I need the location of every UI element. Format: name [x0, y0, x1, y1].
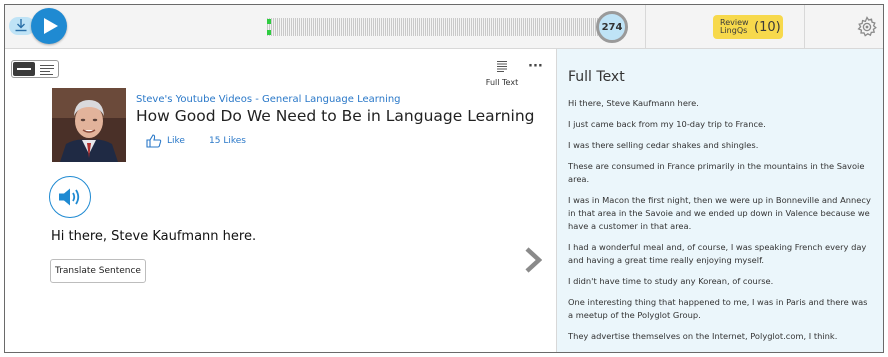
full-text-paragraph[interactable]: I was there selling cedar shakes and shi… [568, 139, 874, 152]
known-words-counter: 274 [596, 11, 628, 43]
translate-sentence-button[interactable]: Translate Sentence [50, 259, 146, 283]
thumbs-up-icon [146, 134, 162, 148]
full-text-panel: Full Text Hi there, Steve Kaufmann here.… [556, 49, 883, 352]
full-text-button[interactable]: Full Text [483, 57, 521, 87]
play-icon [44, 18, 58, 34]
toolbar-divider [645, 5, 646, 49]
sentence-view-option[interactable] [13, 62, 35, 76]
settings-icon[interactable] [856, 16, 878, 38]
likes-count[interactable]: 15 Likes [209, 136, 246, 146]
play-sentence-audio-button[interactable] [49, 176, 91, 218]
full-text-paragraph[interactable]: I had a wonderful meal and, of course, I… [568, 241, 874, 267]
play-button[interactable] [31, 8, 67, 44]
download-icon [15, 19, 27, 32]
lesson-title: How Good Do We Need to Be in Language Le… [136, 107, 535, 125]
audio-waveform-scrubber[interactable] [267, 18, 603, 36]
full-text-paragraph[interactable]: One interesting thing that happened to m… [568, 296, 874, 322]
chevron-right-icon[interactable] [524, 247, 542, 273]
full-text-paragraph[interactable]: These are consumed in France primarily i… [568, 160, 874, 186]
full-text-button-label: Full Text [485, 78, 519, 87]
full-text-icon [497, 60, 507, 73]
full-text-paragraph[interactable]: I was in Macon the first night, then we … [568, 194, 874, 233]
full-text-panel-title: Full Text [568, 69, 625, 85]
playhead-marker[interactable] [267, 19, 271, 35]
audio-toolbar: 274 Review LingQs (10) [5, 5, 883, 49]
like-button[interactable]: Like [146, 134, 185, 148]
like-label: Like [167, 136, 185, 146]
full-text-paragraphs: Hi there, Steve Kaufmann here. I just ca… [568, 97, 874, 351]
full-text-paragraph[interactable]: They advertise themselves on the Interne… [568, 330, 874, 343]
lesson-thumbnail [52, 88, 126, 162]
view-mode-toggle[interactable] [11, 60, 59, 78]
review-lingqs-button[interactable]: Review LingQs (10) [713, 15, 783, 39]
full-text-paragraph[interactable]: I just came back from my 10-day trip to … [568, 118, 874, 131]
review-lingqs-count: (10) [754, 19, 781, 35]
toolbar-divider [804, 5, 805, 49]
review-lingqs-label: Review LingQs [720, 18, 749, 35]
course-link[interactable]: Steve's Youtube Videos - General Languag… [136, 94, 401, 105]
full-text-paragraph[interactable]: I didn't have time to study any Korean, … [568, 275, 874, 288]
lesson-reader-window: 274 Review LingQs (10) Full Text ··· Ste… [4, 4, 884, 353]
speaker-icon [59, 188, 80, 206]
more-icon[interactable]: ··· [528, 59, 543, 74]
full-text-paragraph[interactable]: Hi there, Steve Kaufmann here. [568, 97, 874, 110]
current-sentence[interactable]: Hi there, Steve Kaufmann here. [51, 229, 256, 244]
